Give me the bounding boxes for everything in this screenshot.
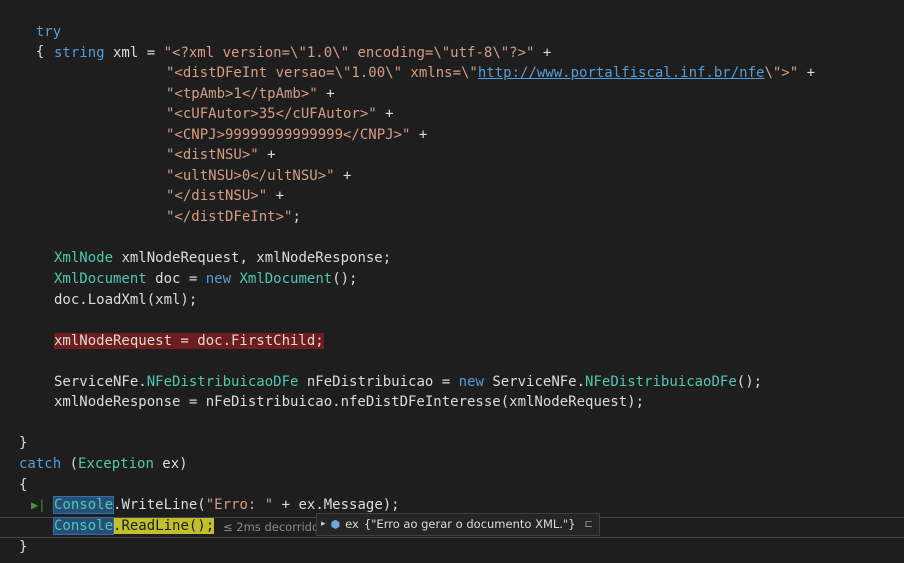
- code-text: +: [798, 65, 816, 81]
- cube-icon: ⬢: [330, 518, 341, 531]
- code-text: ();: [332, 271, 358, 287]
- datatip-value[interactable]: {"Erro ao gerar o documento XML."}: [364, 514, 576, 535]
- string-literal: "<tpAmb>1</tpAmb>": [166, 86, 318, 102]
- brace: }: [19, 435, 28, 451]
- string-literal: "<cUFAutor>35</cUFAutor>": [166, 106, 377, 122]
- code-text: xml =: [104, 45, 164, 61]
- code-text: .WriteLine(: [113, 497, 206, 513]
- code-line-open-brace: {: [19, 22, 44, 60]
- code-text: doc =: [146, 271, 206, 287]
- code-line-readline-current: Console.ReadLine();: [52, 516, 215, 536]
- string-literal: "Erro: ": [205, 497, 274, 513]
- code-text: +: [267, 188, 285, 204]
- string-literal: "<CNPJ>99999999999999</CNPJ>": [166, 127, 411, 143]
- code-text: nFeDistribuicao =: [298, 374, 459, 390]
- code-text: ();: [736, 374, 763, 390]
- code-text: ServiceNFe.: [492, 374, 586, 390]
- string-literal: "<?xml version=\"1.0\" encoding=\"utf-8\…: [163, 45, 535, 61]
- code-text: +: [334, 168, 352, 184]
- code-line-string-xml: string xml = "<?xml version=\"1.0\" enco…: [54, 43, 551, 63]
- code-line-distdfeint: "<distDFeInt versao=\"1.00\" xmlns=\"htt…: [166, 63, 815, 83]
- code-line-cufautor: "<cUFAutor>35</cUFAutor>" +: [166, 104, 394, 124]
- code-line-try: try: [19, 2, 61, 40]
- code-text: + ex.Message);: [273, 497, 400, 513]
- keyword-new: new: [458, 374, 484, 390]
- console-reference-highlight: Console: [52, 496, 115, 514]
- code-text: xmlNodeRequest, xmlNodeResponse;: [113, 250, 392, 266]
- code-line-breakpoint[interactable]: xmlNodeRequest = doc.FirstChild;: [54, 331, 324, 351]
- console-reference-highlight: Console: [52, 517, 115, 535]
- code-line-cnpj: "<CNPJ>99999999999999</CNPJ>" +: [166, 125, 427, 145]
- code-line-service: ServiceNFe.NFeDistribuicaoDFe nFeDistrib…: [54, 372, 762, 392]
- code-line-ultnsu: "<ultNSU>0</ultNSU>" +: [166, 166, 351, 186]
- keyword-catch: catch: [19, 456, 62, 472]
- expand-arrow-icon[interactable]: ▸: [321, 514, 326, 535]
- code-text: +: [317, 86, 335, 102]
- code-line-xmlnode-decl: XmlNode xmlNodeRequest, xmlNodeResponse;: [54, 248, 391, 268]
- keyword-string: string: [54, 45, 105, 61]
- string-literal: "<distNSU>": [166, 147, 259, 163]
- type-xmldocument: XmlDocument: [239, 271, 333, 287]
- type-nfedistribuicaodfe: NFeDistribuicaoDFe: [146, 374, 299, 390]
- code-text: +: [376, 106, 394, 122]
- perf-tip[interactable]: ≤ 2ms decorrido: [223, 519, 319, 535]
- code-line-writeline: Console.WriteLine("Erro: " + ex.Message)…: [52, 495, 400, 515]
- string-literal: "</distNSU>": [166, 188, 268, 204]
- code-line-catch: catch (Exception ex): [19, 454, 188, 474]
- type-exception: Exception: [78, 456, 154, 472]
- code-line-response: xmlNodeResponse = nFeDistribuicao.nfeDis…: [54, 392, 644, 412]
- code-line-distdfeint-close: "</distDFeInt>";: [166, 207, 301, 227]
- pin-icon[interactable]: ⊏: [585, 514, 593, 535]
- run-to-click-icon[interactable]: ▶|: [31, 498, 45, 512]
- code-text: (: [61, 456, 79, 472]
- brace: {: [19, 477, 28, 493]
- datatip-variable-name: ex: [345, 517, 359, 531]
- string-literal: "<distDFeInt versao=\"1.00\" xmlns=\": [166, 65, 478, 81]
- code-line-final-brace: }: [19, 537, 27, 557]
- type-xmlnode: XmlNode: [54, 250, 114, 266]
- code-text: ex): [153, 456, 188, 472]
- current-statement-highlight: .ReadLine();: [113, 518, 215, 534]
- datatip-exception[interactable]: ▸ ⬢ ex {"Erro ao gerar o documento XML."…: [316, 513, 600, 536]
- url-link[interactable]: http://www.portalfiscal.inf.br/nfe: [478, 65, 765, 81]
- brace: {: [35, 44, 45, 60]
- code-line-distnsu-open: "<distNSU>" +: [166, 145, 276, 165]
- keyword-new: new: [205, 271, 232, 287]
- breakpoint-highlight: xmlNodeRequest = doc.FirstChild;: [54, 333, 324, 349]
- code-line-tpamb: "<tpAmb>1</tpAmb>" +: [166, 84, 335, 104]
- type-nfedistribuicaodfe: NFeDistribuicaoDFe: [585, 374, 737, 390]
- code-line-loadxml: doc.LoadXml(xml);: [54, 290, 197, 310]
- code-text: ServiceNFe.: [54, 374, 147, 390]
- code-text: +: [534, 45, 552, 61]
- code-line-close-brace: }: [19, 433, 27, 453]
- brace: }: [19, 539, 28, 555]
- string-literal: "</distDFeInt>": [166, 209, 293, 225]
- string-literal: "<ultNSU>0</ultNSU>": [166, 168, 335, 184]
- code-line-xmldocument: XmlDocument doc = new XmlDocument();: [54, 269, 357, 289]
- string-literal: \">": [764, 65, 799, 81]
- code-text: +: [258, 147, 276, 163]
- code-line-distnsu-close: "</distNSU>" +: [166, 186, 284, 206]
- code-text: +: [410, 127, 428, 143]
- code-text: xmlNodeResponse = nFeDistribuicao.nfeDis…: [54, 394, 645, 410]
- code-text: ;: [292, 209, 301, 225]
- type-xmldocument: XmlDocument: [54, 271, 147, 287]
- code-line-catch-open-brace: {: [19, 475, 27, 495]
- code-text: doc.LoadXml(xml);: [54, 292, 198, 308]
